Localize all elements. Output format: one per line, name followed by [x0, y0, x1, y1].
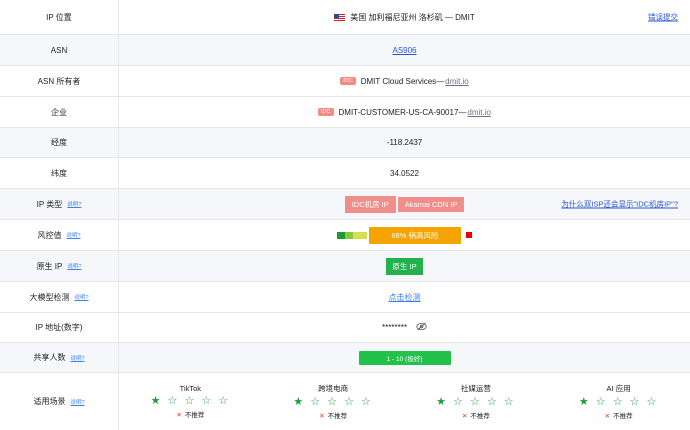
label-ip-number: IP 地址(数字) [0, 313, 119, 342]
company-value: DMIT-CUSTOMER-US-CA-90017— [338, 107, 467, 117]
row-llm-detect: 大模型检测 说明? 点击检测 [0, 282, 690, 313]
scenario-name: TikTok [179, 384, 202, 393]
shared-users-bar: 1 - 10 (极好) [358, 350, 451, 365]
scenario-ai: AI 应用 ★ ☆ ☆ ☆ ☆ ✕ 不推荐 [547, 373, 690, 430]
native-ip-help-link[interactable]: 说明? [67, 262, 81, 270]
row-asn-owner: ASN 所有者 IDC DMIT Cloud Services— dmit.io [0, 66, 690, 97]
native-ip-badge: 原生 IP [386, 257, 423, 275]
label-longitude: 经度 [0, 128, 119, 157]
latitude-value: 34.0522 [390, 168, 419, 178]
scenario-list: TikTok ★ ☆ ☆ ☆ ☆ ✕ 不推荐 跨境电商 ★ ☆ ☆ ☆ ☆ ✕ 不推… [119, 373, 690, 430]
label-ip-location: IP 位置 [0, 0, 119, 34]
scenario-name: 社媒运营 [460, 384, 491, 393]
row-company: 企业 IDC DMIT-CUSTOMER-US-CA-90017— dmit.i… [0, 97, 690, 128]
idc-badge: IDC [318, 108, 334, 116]
x-icon: ✕ [176, 412, 182, 419]
asn-link[interactable]: AS906 [392, 46, 416, 55]
row-longitude: 经度 -118.2437 [0, 128, 690, 158]
row-asn: ASN AS906 [0, 35, 690, 66]
risk-meter: 68% 稍高风险 [337, 226, 472, 244]
label-native-ip: 原生 IP [36, 261, 63, 271]
asn-owner-domain-link[interactable]: dmit.io [445, 77, 469, 86]
idc-badge: IDC [340, 77, 356, 85]
row-ip-type: IP 类型 说明? IDC机房 IP Akamai CDN IP 为什么双ISP… [0, 189, 690, 220]
row-ip-location: IP 位置 美国 加利福尼亚州 洛杉矶 — DMIT 错误提交 [0, 0, 690, 35]
scenario-tiktok: TikTok ★ ☆ ☆ ☆ ☆ ✕ 不推荐 [119, 373, 262, 430]
label-scenarios: 适用场景 [33, 397, 66, 406]
ip-location-value: 美国 加利福尼亚州 洛杉矶 — DMIT [350, 12, 475, 22]
risk-segment-high [353, 231, 367, 239]
scenario-name: AI 应用 [606, 384, 631, 393]
longitude-value: -118.2437 [386, 138, 423, 147]
risk-help-link[interactable]: 说明? [66, 231, 80, 239]
report-error-link[interactable]: 错误提交 [648, 12, 678, 23]
why-idc-link[interactable]: 为什么双ISP还会显示"IDC机房IP"? [561, 199, 678, 210]
row-native-ip: 原生 IP 说明? 原生 IP [0, 251, 690, 282]
x-icon: ✕ [319, 413, 325, 420]
label-ip-type: IP 类型 [36, 199, 63, 209]
ip-info-table: IP 位置 美国 加利福尼亚州 洛杉矶 — DMIT 错误提交 ASN AS90… [0, 0, 690, 430]
risk-score-bar: 68% 稍高风险 [369, 226, 461, 244]
ip-type-help-link[interactable]: 说明? [67, 200, 81, 208]
risk-marker [466, 232, 472, 238]
row-latitude: 纬度 34.0522 [0, 158, 690, 189]
scenario-social: 社媒运营 ★ ☆ ☆ ☆ ☆ ✕ 不推荐 [405, 373, 548, 430]
label-latitude: 纬度 [0, 158, 119, 188]
not-recommended-label: 不推荐 [327, 413, 348, 420]
row-risk: 风控值 说明? 68% 稍高风险 [0, 220, 690, 251]
label-llm-detect: 大模型检测 [29, 292, 70, 302]
llm-detect-link[interactable]: 点击检测 [389, 292, 421, 303]
scenario-name: 跨境电商 [318, 384, 349, 393]
row-shared: 共享人数 说明? 1 - 10 (极好) [0, 343, 690, 373]
ip-number-value: ******** [382, 323, 407, 332]
not-recommended-label: 不推荐 [470, 413, 490, 420]
risk-segment-mid [345, 231, 353, 239]
ip-type-tag-idc: IDC机房 IP [344, 195, 396, 213]
label-asn-owner: ASN 所有者 [0, 66, 119, 96]
llm-help-link[interactable]: 说明? [74, 293, 88, 301]
asn-owner-value: DMIT Cloud Services— [360, 76, 445, 86]
company-domain-link[interactable]: dmit.io [467, 108, 491, 117]
not-recommended-label: 不推荐 [613, 413, 633, 420]
star-rating: ★ ☆ ☆ ☆ ☆ [150, 395, 231, 407]
ip-type-tag-cdn: Akamai CDN IP [397, 196, 465, 212]
eye-hidden-icon[interactable] [416, 322, 427, 333]
scenario-ecommerce: 跨境电商 ★ ☆ ☆ ☆ ☆ ✕ 不推荐 [262, 373, 405, 430]
star-rating: ★ ☆ ☆ ☆ ☆ [293, 396, 373, 408]
label-company: 企业 [0, 97, 119, 127]
star-rating: ★ ☆ ☆ ☆ ☆ [578, 396, 659, 408]
label-risk: 风控值 [37, 230, 62, 240]
row-scenarios: 适用场景 说明? TikTok ★ ☆ ☆ ☆ ☆ ✕ 不推荐 跨境电商 ★ ☆ … [0, 373, 690, 430]
x-icon: ✕ [604, 413, 611, 420]
label-shared: 共享人数 [33, 353, 66, 362]
star-rating: ★ ☆ ☆ ☆ ☆ [436, 396, 516, 408]
us-flag-icon [334, 13, 346, 21]
label-asn: ASN [0, 35, 119, 65]
not-recommended-label: 不推荐 [184, 412, 205, 419]
row-ip-number: IP 地址(数字) ******** [0, 313, 690, 343]
scenarios-help-link[interactable]: 说明? [70, 398, 84, 406]
shared-help-link[interactable]: 说明? [70, 354, 84, 362]
x-icon: ✕ [461, 413, 468, 420]
risk-segment-low [337, 231, 345, 239]
